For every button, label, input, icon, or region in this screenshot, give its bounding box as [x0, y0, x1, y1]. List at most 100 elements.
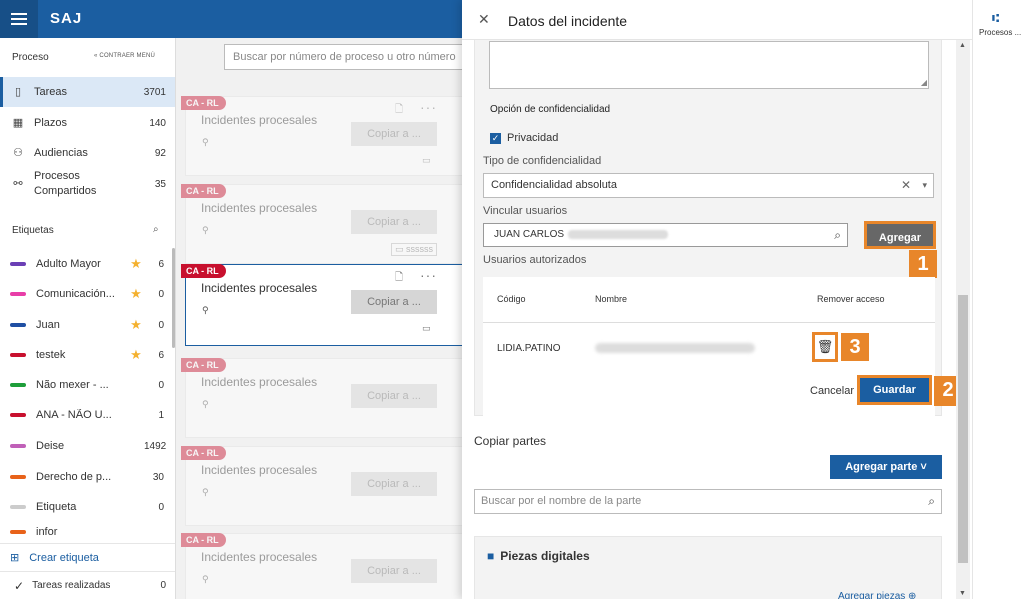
user-pin-icon: ⚲: [202, 399, 209, 409]
tag-item[interactable]: Adulto Mayor ★ 6: [0, 249, 170, 279]
status-badge: CA - RL: [181, 446, 226, 460]
tag-item[interactable]: Deise 1492: [0, 431, 170, 461]
tag-color-bar: [10, 444, 26, 448]
sidebar-item-tareas[interactable]: ▯ Tareas 3701: [0, 77, 175, 107]
collapse-menu-button[interactable]: « CONTRAER MENÚ: [94, 53, 155, 59]
digital-pieces-section: ■ Piezas digitales Agregar piezas ⊕: [474, 536, 942, 599]
user-search-input[interactable]: JUAN CARLOS ⌕: [483, 223, 848, 247]
status-badge: CA - RL: [181, 96, 226, 110]
copy-button[interactable]: Copiar a ...: [351, 472, 437, 496]
add-tag-icon: ⊞: [10, 552, 20, 564]
task-card[interactable]: CA - RL Incidentes procesales ⚲ Copiar a…: [181, 184, 462, 264]
sidebar-item-audiencias[interactable]: ⚇ Audiencias 92: [0, 138, 175, 168]
search-icon[interactable]: ⌕: [928, 490, 935, 513]
search-icon[interactable]: ⌕: [834, 224, 841, 246]
comment-chip[interactable]: ▭ ssssss: [391, 243, 438, 256]
privacy-checkbox[interactable]: ✓: [490, 133, 501, 144]
copy-button[interactable]: Copiar a ...: [351, 122, 437, 146]
folder-icon: ■: [487, 549, 495, 563]
status-badge: CA - RL: [181, 358, 226, 372]
card-title: Incidentes procesales: [201, 463, 318, 477]
process-search-input[interactable]: Buscar por número de proceso u otro núme…: [224, 44, 462, 70]
more-icon[interactable]: ···: [420, 99, 437, 115]
task-card-selected[interactable]: CA - RL 🗋 ··· Incidentes procesales ⚲ Co…: [181, 264, 462, 346]
message-icon[interactable]: ▭: [422, 323, 431, 334]
scroll-thumb[interactable]: [958, 295, 968, 563]
resize-handle-icon[interactable]: ◢: [921, 78, 927, 87]
more-icon[interactable]: ···: [420, 267, 437, 283]
tag-color-bar: [10, 505, 26, 509]
task-card[interactable]: CA - RL 🗋 ··· Incidentes procesales ⚲ Co…: [181, 96, 462, 176]
authorized-users-label: Usuarios autorizados: [483, 254, 587, 266]
add-pieces-link[interactable]: Agregar piezas ⊕: [838, 591, 916, 599]
status-badge: CA - RL: [181, 184, 226, 198]
column-header: Código: [497, 294, 526, 304]
tag-item[interactable]: Comunicación... ★ 0: [0, 279, 170, 309]
part-search-input[interactable]: Buscar por el nombre de la parte ⌕: [474, 489, 942, 514]
tag-color-bar: [10, 353, 26, 357]
right-strip: ⑆ Procesos ...: [972, 0, 1024, 599]
confidentiality-section: ◢ Opción de confidencialidad ✓ Privacida…: [474, 30, 962, 423]
tag-item[interactable]: Etiqueta 0: [0, 492, 170, 522]
shared-icon: ⚯: [13, 178, 23, 190]
sidebar-item-procesos-compartidos[interactable]: ⚯ Procesos Compartidos 35: [0, 168, 175, 200]
user-name-cell: [595, 343, 755, 356]
tags-heading: Etiquetas: [12, 225, 54, 236]
sidebar-item-plazos[interactable]: ▦ Plazos 140: [0, 108, 175, 138]
tag-item[interactable]: Derecho de p... 30: [0, 462, 170, 492]
tag-item[interactable]: Não mexer - ... 0: [0, 370, 170, 400]
scroll-up-icon[interactable]: ▲: [959, 42, 966, 49]
message-icon[interactable]: ▭: [422, 155, 431, 166]
chevron-down-icon[interactable]: ▾: [922, 174, 927, 197]
panel-title: Datos del incidente: [508, 13, 628, 29]
tag-item[interactable]: infor: [0, 522, 170, 542]
incident-panel: ◢ Opción de confidencialidad ✓ Privacida…: [462, 0, 972, 599]
panel-scrollbar[interactable]: ▲ ▼: [956, 40, 970, 599]
copy-button[interactable]: Copiar a ...: [351, 210, 437, 234]
step-marker: 3: [841, 333, 869, 361]
sidebar-scrollbar[interactable]: [172, 248, 175, 348]
tag-item[interactable]: Juan ★ 0: [0, 310, 170, 340]
authorized-users-table: Código Nombre Remover acceso LIDIA.PATIN…: [483, 277, 962, 423]
card-title: Incidentes procesales: [201, 201, 318, 215]
calendar-icon: ▦: [12, 117, 24, 129]
column-header: Remover acceso: [817, 294, 885, 304]
task-card[interactable]: CA - RL Incidentes procesales ⚲ Copiar a…: [181, 358, 462, 438]
card-title: Incidentes procesales: [201, 375, 318, 389]
done-tasks-item[interactable]: ✓ Tareas realizadas 0: [0, 571, 175, 599]
document-icon[interactable]: 🗋: [395, 102, 403, 119]
user-pin-icon: ⚲: [202, 137, 209, 147]
star-icon[interactable]: ★: [128, 256, 144, 272]
trash-icon[interactable]: 🗑: [812, 332, 838, 362]
close-icon[interactable]: ✕: [478, 11, 490, 28]
document-icon[interactable]: 🗋: [395, 270, 403, 287]
description-textarea[interactable]: ◢: [489, 41, 929, 89]
tag-item[interactable]: ANA - NÃO U... 1: [0, 400, 170, 430]
card-title: Incidentes procesales: [201, 550, 318, 564]
tag-item[interactable]: testek ★ 6: [0, 340, 170, 370]
copy-button[interactable]: Copiar a ...: [351, 290, 437, 314]
hamburger-menu-icon[interactable]: [0, 0, 38, 38]
people-icon: ⚇: [13, 147, 23, 159]
add-part-button[interactable]: Agregar parte ˅: [830, 455, 942, 479]
cancel-button[interactable]: Cancelar: [810, 385, 854, 397]
create-tag-button[interactable]: ⊞ Crear etiqueta: [0, 543, 175, 571]
hierarchy-icon[interactable]: ⑆: [992, 11, 999, 25]
clear-icon[interactable]: ✕: [901, 174, 911, 197]
clipboard-icon: ▯: [14, 86, 22, 98]
confidentiality-type-select[interactable]: Confidencialidad absoluta ✕ ▾: [483, 173, 934, 198]
tag-color-bar: [10, 262, 26, 266]
star-icon[interactable]: ★: [128, 347, 144, 363]
save-button[interactable]: Guardar: [857, 375, 932, 405]
task-card[interactable]: CA - RL Incidentes procesales ⚲ Copiar a…: [181, 533, 462, 599]
related-processes-label[interactable]: Procesos ...: [979, 28, 1023, 37]
copy-button[interactable]: Copiar a ...: [351, 559, 437, 583]
star-icon[interactable]: ★: [128, 317, 144, 333]
user-pin-icon: ⚲: [202, 225, 209, 235]
add-user-button[interactable]: Agregar: [864, 221, 936, 249]
task-card[interactable]: CA - RL Incidentes procesales ⚲ Copiar a…: [181, 446, 462, 526]
scroll-down-icon[interactable]: ▼: [959, 590, 966, 597]
star-icon[interactable]: ★: [128, 286, 144, 302]
search-icon[interactable]: ⌕: [153, 224, 159, 235]
copy-button[interactable]: Copiar a ...: [351, 384, 437, 408]
